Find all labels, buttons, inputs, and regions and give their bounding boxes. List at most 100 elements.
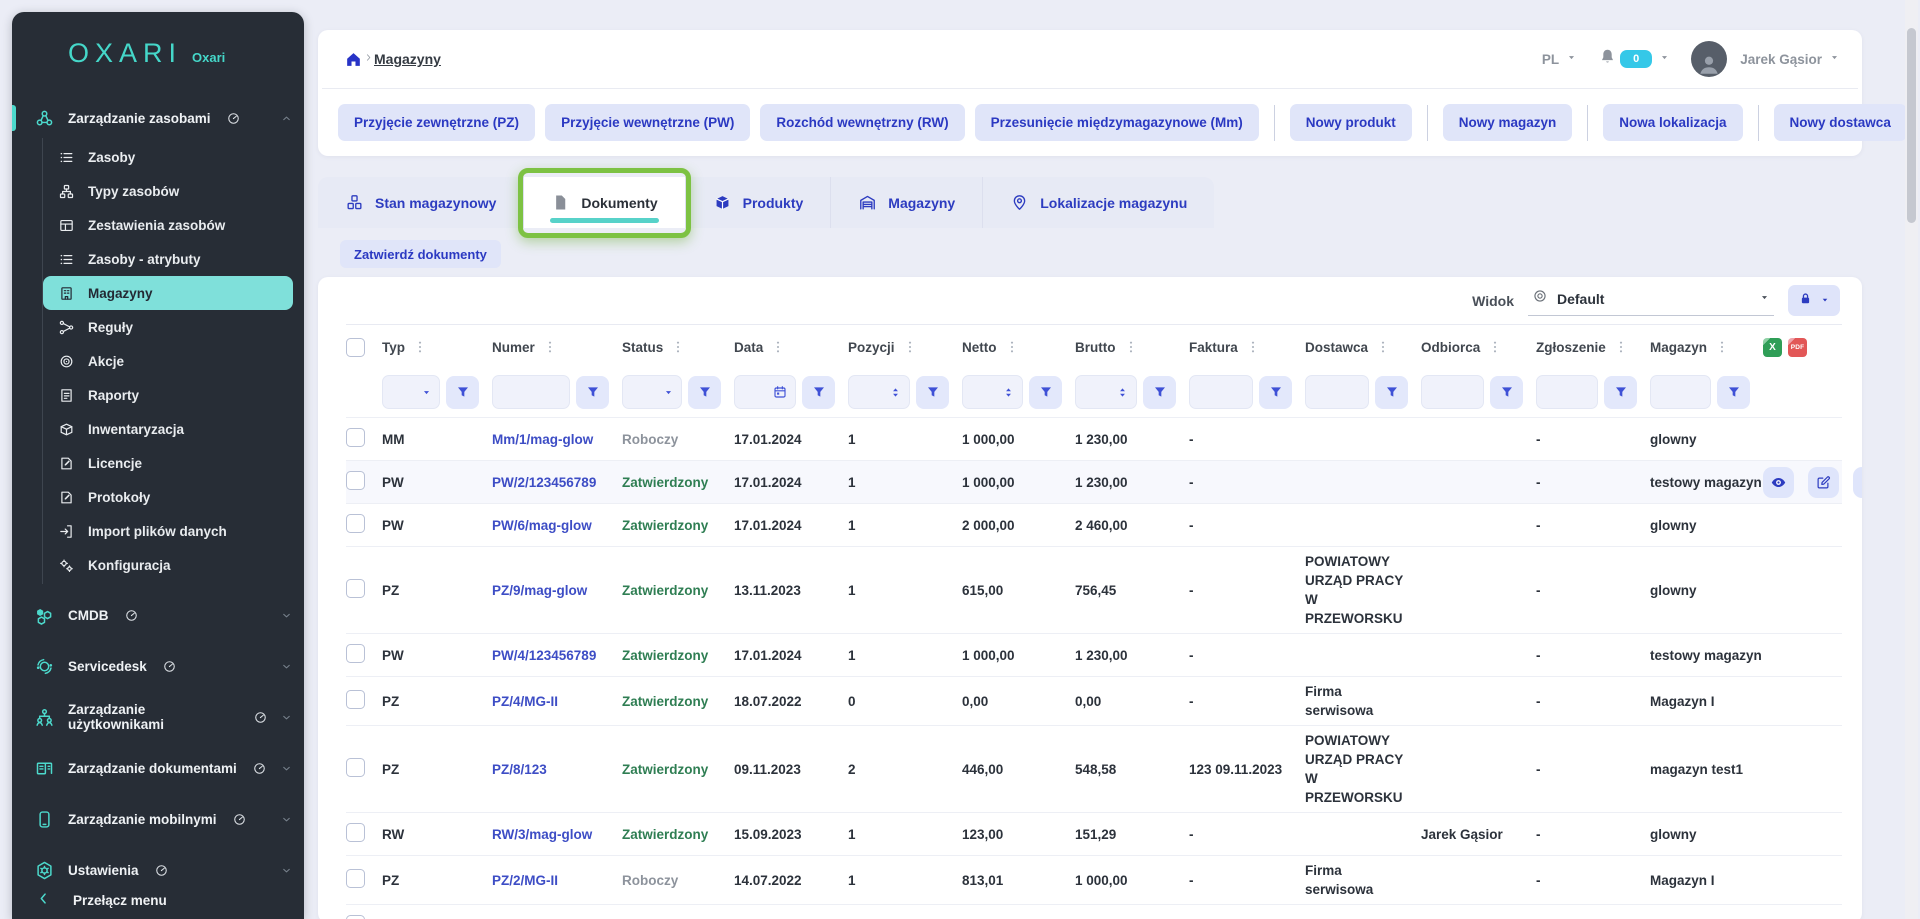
- approve-documents-button[interactable]: Zatwierdź dokumenty: [340, 240, 501, 268]
- action-button-nowa-lokalizacja[interactable]: Nowa lokalizacja: [1603, 104, 1742, 141]
- filter-button-odbiorca[interactable]: [1490, 376, 1523, 409]
- sidebar-item-import-plików-danych[interactable]: Import plików danych: [43, 514, 293, 548]
- action-button-przyjęcie-zewnętrzne-pz[interactable]: Przyjęcie zewnętrzne (PZ): [338, 104, 535, 141]
- filter-input-zgłoszenie[interactable]: [1536, 375, 1598, 409]
- filter-button-faktura[interactable]: [1259, 376, 1292, 409]
- scrollbar-thumb[interactable]: [1907, 28, 1916, 223]
- home-button[interactable]: [344, 50, 363, 69]
- document-link[interactable]: PW/2/123456789: [492, 475, 596, 490]
- document-link[interactable]: PW/4/123456789: [492, 648, 596, 663]
- sidebar-item-inwentaryzacja[interactable]: Inwentaryzacja: [43, 412, 293, 446]
- export-pdf-icon[interactable]: PDF: [1788, 338, 1807, 357]
- sidebar-item-magazyny[interactable]: Magazyny: [43, 276, 293, 310]
- filter-button-brutto[interactable]: [1143, 376, 1176, 409]
- row-checkbox[interactable]: [346, 915, 365, 919]
- filter-input-magazyn[interactable]: [1650, 375, 1711, 409]
- action-button-nowy-magazyn[interactable]: Nowy magazyn: [1443, 104, 1573, 141]
- action-button-przyjęcie-wewnętrzne-pw[interactable]: Przyjęcie wewnętrzne (PW): [545, 104, 750, 141]
- filter-input-faktura[interactable]: [1189, 375, 1253, 409]
- column-header-brutto[interactable]: Brutto: [1075, 340, 1189, 355]
- select-all-checkbox[interactable]: [346, 338, 365, 357]
- filter-button-numer[interactable]: [576, 376, 609, 409]
- table-row[interactable]: PWPW/6/mag-glowZatwierdzony17.01.202412 …: [346, 503, 1842, 546]
- column-header-odbiorca[interactable]: Odbiorca: [1421, 340, 1536, 355]
- table-row[interactable]: PZPZ/9/mag-glowZatwierdzony13.11.2023161…: [346, 546, 1842, 633]
- filter-button-magazyn[interactable]: [1717, 376, 1750, 409]
- document-link[interactable]: PZ/4/MG-II: [492, 694, 558, 709]
- tab-lokalizacje-magazynu[interactable]: Lokalizacje magazynu: [983, 177, 1214, 228]
- tab-dokumenty[interactable]: Dokumenty: [524, 177, 685, 228]
- sidebar-item-typy-zasobów[interactable]: Typy zasobów: [43, 174, 293, 208]
- view-row-button[interactable]: [1763, 467, 1794, 498]
- column-header-faktura[interactable]: Faktura: [1189, 340, 1305, 355]
- action-button-przesunięcie-międzymagazynowe-mm[interactable]: Przesunięcie międzymagazynowe (Mm): [975, 104, 1259, 141]
- filter-button-dostawca[interactable]: [1375, 376, 1408, 409]
- breadcrumb-link[interactable]: Magazyny: [374, 51, 441, 67]
- filter-input-netto[interactable]: [962, 375, 1023, 409]
- sidebar-section-zarządzanie-dokumentami[interactable]: Zarządzanie dokumentami: [12, 748, 304, 788]
- table-row[interactable]: PZPZ/4/MG-IIZatwierdzony18.07.202200,000…: [346, 676, 1842, 725]
- page-scrollbar[interactable]: [1905, 0, 1918, 919]
- row-checkbox[interactable]: [346, 471, 365, 490]
- column-header-data[interactable]: Data: [734, 340, 848, 355]
- row-checkbox[interactable]: [346, 823, 365, 842]
- filter-input-numer[interactable]: [492, 375, 570, 409]
- sidebar-item-zasoby[interactable]: Zasoby: [43, 140, 293, 174]
- table-row[interactable]: PWPW/2/123456789Zatwierdzony17.01.202411…: [346, 460, 1842, 503]
- sidebar-section-cmdb[interactable]: CMDB: [12, 595, 304, 635]
- sidebar-section-zarządzanie-mobilnymi[interactable]: Zarządzanie mobilnymi: [12, 799, 304, 839]
- language-selector[interactable]: PL: [1542, 52, 1559, 67]
- tab-magazyny[interactable]: Magazyny: [831, 177, 983, 228]
- filter-input-dostawca[interactable]: [1305, 375, 1369, 409]
- sidebar-item-reguły[interactable]: Reguły: [43, 310, 293, 344]
- tab-stan-magazynowy[interactable]: Stan magazynowy: [318, 177, 524, 228]
- logo[interactable]: OXARI Oxari: [12, 12, 304, 87]
- menu-toggle[interactable]: Przełącz menu: [12, 879, 304, 919]
- export-excel-icon[interactable]: X: [1763, 338, 1782, 357]
- table-row[interactable]: PWPW/4/123456789Zatwierdzony17.01.202411…: [346, 633, 1842, 676]
- avatar[interactable]: [1691, 41, 1727, 77]
- sidebar-section-servicedesk[interactable]: Servicedesk: [12, 646, 304, 686]
- action-button-nowy-produkt[interactable]: Nowy produkt: [1290, 104, 1412, 141]
- tab-produkty[interactable]: Produkty: [686, 177, 832, 228]
- column-header-pozycji[interactable]: Pozycji: [848, 340, 962, 355]
- document-link[interactable]: PZ/2/MG-II: [492, 873, 558, 888]
- table-row[interactable]: PWPW/5/123456789Zatwierdzony17.01.202412…: [346, 904, 1842, 919]
- document-link[interactable]: RW/3/mag-glow: [492, 827, 592, 842]
- document-link[interactable]: PW/6/mag-glow: [492, 518, 592, 533]
- action-button-rozchód-wewnętrzny-rw[interactable]: Rozchód wewnętrzny (RW): [760, 104, 964, 141]
- edit-row-button[interactable]: [1808, 467, 1839, 498]
- notifications-caret-slot[interactable]: [1659, 50, 1670, 68]
- table-row[interactable]: RWRW/3/mag-glowZatwierdzony15.09.2023112…: [346, 812, 1842, 855]
- sidebar-item-zasoby-atrybuty[interactable]: Zasoby - atrybuty: [43, 242, 293, 276]
- sidebar-item-licencje[interactable]: Licencje: [43, 446, 293, 480]
- filter-button-zgłoszenie[interactable]: [1604, 376, 1637, 409]
- filter-input-status[interactable]: [622, 375, 682, 409]
- document-link[interactable]: PZ/9/mag-glow: [492, 583, 587, 598]
- view-select[interactable]: Default: [1528, 285, 1774, 316]
- sidebar-item-konfiguracja[interactable]: Konfiguracja: [43, 548, 293, 582]
- lock-button[interactable]: [1788, 285, 1840, 316]
- action-button-nowy-dostawca[interactable]: Nowy dostawca: [1774, 104, 1907, 141]
- row-checkbox[interactable]: [346, 644, 365, 663]
- column-header-magazyn[interactable]: Magazyn: [1650, 340, 1763, 355]
- filter-input-pozycji[interactable]: [848, 375, 910, 409]
- language-caret-slot[interactable]: [1566, 50, 1577, 68]
- table-row[interactable]: PZPZ/2/MG-IIRoboczy14.07.20221813,011 00…: [346, 855, 1842, 904]
- sidebar-item-protokoły[interactable]: Protokoły: [43, 480, 293, 514]
- filter-button-typ[interactable]: [446, 376, 479, 409]
- notifications-button[interactable]: 0: [1598, 47, 1652, 71]
- sidebar-section-zarządzanie-użytkownikami[interactable]: Zarządzanie użytkownikami: [12, 697, 304, 737]
- row-checkbox[interactable]: [346, 579, 365, 598]
- table-row[interactable]: MMMm/1/mag-glowRoboczy17.01.202411 000,0…: [346, 417, 1842, 460]
- column-header-numer[interactable]: Numer: [492, 340, 622, 355]
- delete-row-button[interactable]: [1853, 467, 1862, 498]
- column-header-status[interactable]: Status: [622, 340, 734, 355]
- filter-input-brutto[interactable]: [1075, 375, 1137, 409]
- row-checkbox[interactable]: [346, 758, 365, 777]
- table-row[interactable]: PZPZ/8/123Zatwierdzony09.11.20232446,005…: [346, 725, 1842, 812]
- filter-input-typ[interactable]: [382, 375, 440, 409]
- filter-input-odbiorca[interactable]: [1421, 375, 1484, 409]
- sidebar-section-zarządzanie-zasobami[interactable]: Zarządzanie zasobami: [12, 98, 304, 138]
- row-checkbox[interactable]: [346, 514, 365, 533]
